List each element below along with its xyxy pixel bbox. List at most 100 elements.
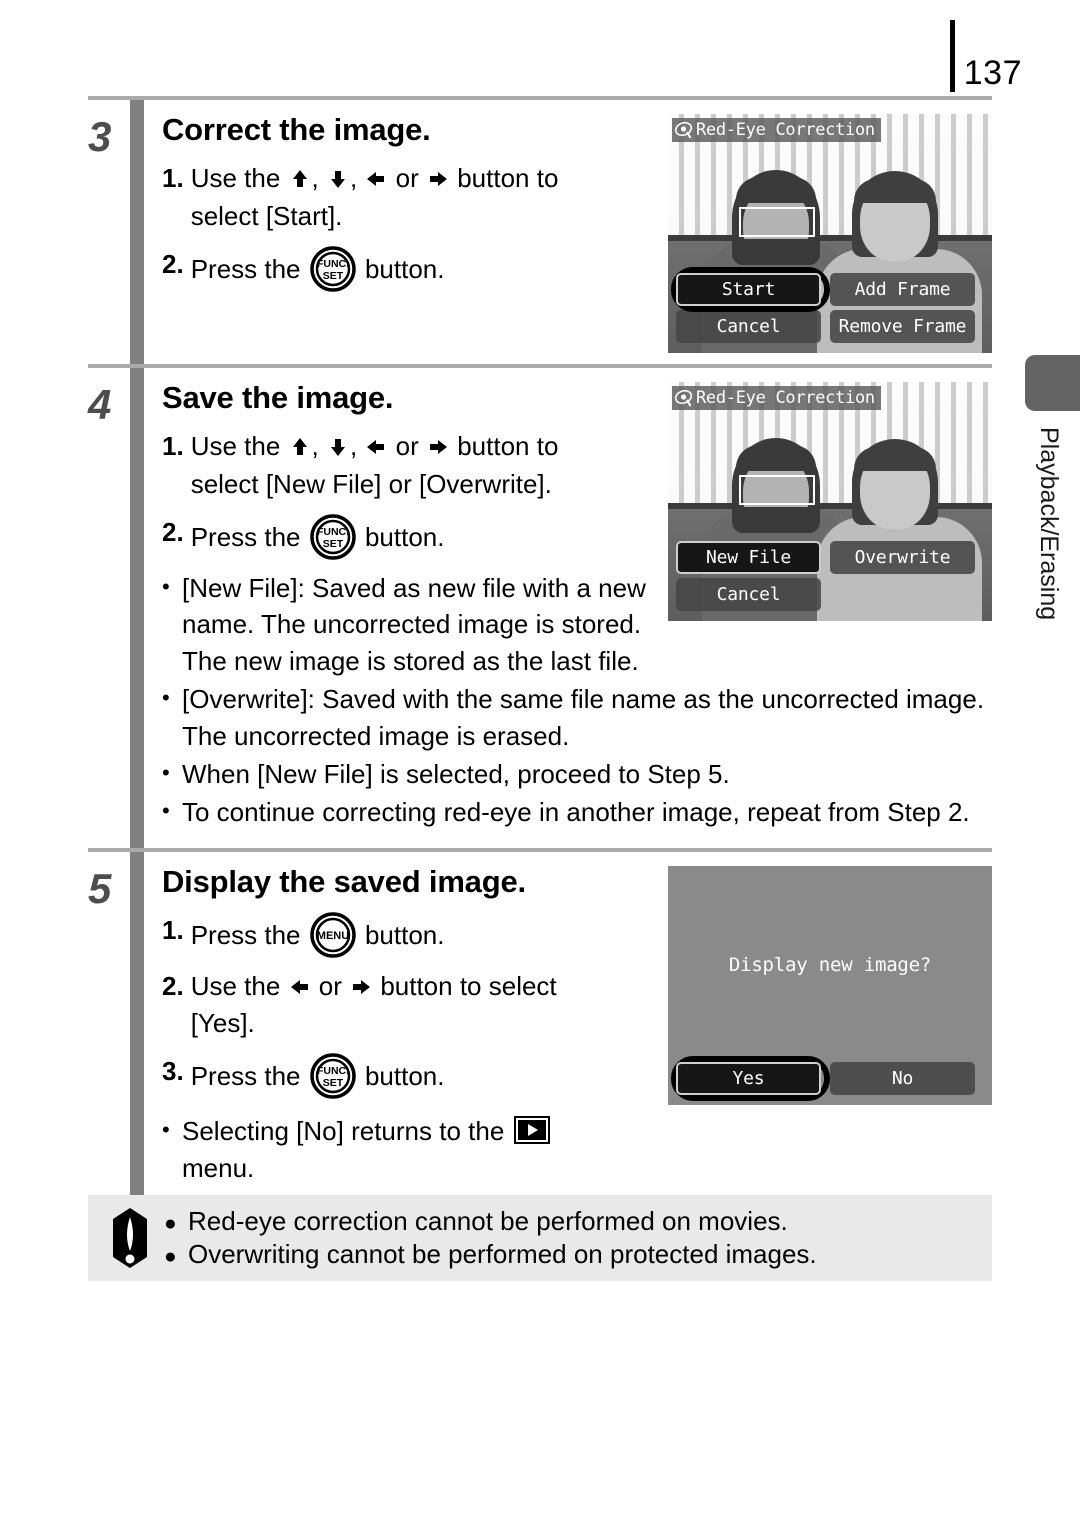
svg-text:SET: SET [323,1077,344,1089]
step-3-instructions: 1. Use the , , or button to select [Start… [162,160,682,292]
menu-item-no[interactable]: No [830,1061,975,1095]
func-set-button-icon: FUNC. SET [310,513,356,560]
step-5-body: Display the saved image. 1. Press the ME… [162,852,992,1204]
step-3-item-1-pre: Use the [190,162,288,193]
screen-step3-title-text: Red-Eye Correction [696,120,875,140]
step-5: 5 Display the saved image. 1. Press the … [88,851,992,1205]
arrow-up-icon [288,435,312,459]
bullet-dot-icon: • [162,685,170,711]
svg-text:FUNC.: FUNC. [317,258,349,270]
bullet-dot-icon: • [162,797,170,823]
step-3-item-1: 1. Use the , , or button to select [Start… [162,160,682,236]
person-right-bangs [854,447,936,471]
step-4-number: 4 [88,381,112,428]
step-4-instructions: 1. Use the , , or button to select [New F… [162,428,682,560]
person-left-bangs [736,445,816,471]
menu-button-icon: MENU [310,911,356,958]
arrow-right-icon [349,975,373,999]
screen-step3-menu: Start Add Frame Cancel Remove Frame [671,267,984,347]
step-4-item-1-mid: button to [450,430,559,461]
step-5-rule [130,851,144,1205]
step-5-item-3-pre: Press the [190,1061,308,1092]
step-3: 3 Correct the image. 1. Use the , , or b… [88,100,992,364]
menu-item-cancel[interactable]: Cancel [676,310,821,343]
menu-item-new-file[interactable]: New File [676,541,821,574]
red-eye-icon [674,121,693,140]
svg-text:SET: SET [323,270,344,282]
screen-step5-menu: Yes No [671,1055,984,1101]
step-5-item-3-text: Press the FUNC. SET button. [190,1053,682,1100]
menu-item-cancel[interactable]: Cancel [676,578,821,611]
step-5-item-2-text: Use the or button to select [Yes]. [191,968,682,1044]
caution-box: ● Red-eye correction cannot be performed… [88,1195,992,1281]
step-5-note-1-pre: Selecting [No] returns to the [182,1116,512,1147]
step-4-item-1-text: Use the , , or button to select [New File… [191,428,682,504]
caution-line-2-text: Overwriting cannot be performed on prote… [188,1239,817,1269]
svg-text:FUNC.: FUNC. [317,526,349,538]
step-5-item-1-marker: 1. [162,914,184,945]
step-5-instructions: 1. Press the MENU button. 2. Use the or … [162,911,682,1188]
face-detect-frame [739,207,815,237]
step-3-comma-2: , [349,162,365,193]
caution-bullet-icon: ● [164,1211,177,1235]
arrow-right-icon [426,435,450,459]
screen-step3-menu-row-2: Cancel Remove Frame [676,310,984,343]
step-5-or: or [311,970,350,1001]
page-number: 137 [963,54,1022,92]
screen-step3-menu-row-1: Start Add Frame [676,273,984,306]
side-tab-label: Playback/Erasing [1035,427,1063,621]
arrow-down-icon [326,435,350,459]
caution-bullet-icon: ● [164,1245,177,1268]
side-tab-playback-erasing: Playback/Erasing [1025,355,1080,620]
step-5-item-3-post: button. [357,1061,445,1092]
face-detect-frame [739,475,815,505]
caution-line-1-text: Red-eye correction cannot be performed o… [188,1205,788,1236]
step-3-item-1-marker: 1. [162,162,184,193]
screen-step5: Display new image? Yes No [668,865,992,1105]
step-3-item-1-text: Use the , , or button to select [Start]. [191,160,682,236]
menu-item-add-frame[interactable]: Add Frame [830,273,975,306]
step-4-item-1-line2: select [New File] or [Overwrite]. [190,468,552,499]
step-3-item-2-post: button. [357,253,445,284]
func-set-button-icon: FUNC. SET [310,245,356,292]
step-4-item-2-text: Press the FUNC. SET button. [190,513,682,560]
arrow-up-icon [288,167,312,191]
step-5-note-1: • Selecting [No] returns to the menu. [162,1113,682,1187]
step-3-comma-1: , [311,162,326,193]
step-3-item-1-mid: button to [450,162,559,193]
step-5-item-3-marker: 3. [162,1056,184,1087]
screen-step3-titlebar: Red-Eye Correction [672,118,881,142]
menu-item-overwrite[interactable]: Overwrite [830,541,975,574]
step-4-note-3-text: When [New File] is selected, proceed to … [182,759,730,790]
step-4-item-1-pre: Use the [190,430,288,461]
arrow-left-icon [364,167,388,191]
bullet-dot-icon: • [162,573,170,599]
screen-step5-message: Display new image? [728,953,932,976]
step-5-item-2-line2: [Yes]. [190,1008,255,1039]
arrow-left-icon [288,975,312,999]
step-5-notes: • Selecting [No] returns to the menu. [162,1113,682,1187]
step-5-item-2-marker: 2. [162,970,184,1001]
manual-content: 3 Correct the image. 1. Use the , , or b… [88,96,992,1209]
menu-item-yes[interactable]: Yes [676,1061,821,1095]
step-4-item-2-pre: Press the [190,521,308,552]
step-4-note-2: • [Overwrite]: Saved with the same file … [162,681,992,755]
step-4-item-1: 1. Use the , , or button to select [New F… [162,428,682,504]
svg-text:MENU: MENU [317,930,349,942]
step-3-item-2: 2. Press the FUNC. SET button. [162,245,682,292]
menu-item-empty [830,578,975,611]
bullet-dot-icon: • [162,760,170,786]
step-5-note-1-text: Selecting [No] returns to the menu. [182,1113,682,1187]
arrow-right-icon [426,167,450,191]
side-tab-marker [1025,355,1080,411]
step-3-item-1-line2: select [Start]. [190,200,343,231]
page-header: 137 [949,20,1022,92]
menu-item-start[interactable]: Start [676,273,821,306]
menu-item-remove-frame[interactable]: Remove Frame [830,310,975,343]
step-4-note-2-text: [Overwrite]: Saved with the same file na… [182,684,985,752]
step-5-item-2: 2. Use the or button to select [Yes]. [162,968,682,1044]
playback-icon [513,1116,550,1145]
screen-step4-menu-row-2: Cancel [676,578,984,611]
step-3-item-2-text: Press the FUNC. SET button. [191,245,682,292]
step-3-or: or [388,162,426,193]
